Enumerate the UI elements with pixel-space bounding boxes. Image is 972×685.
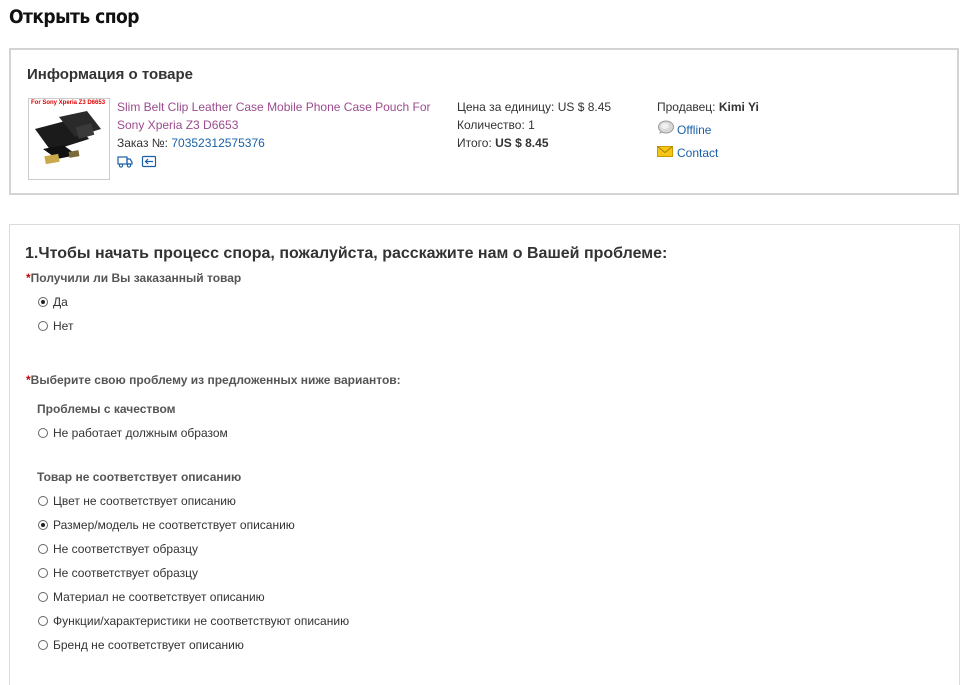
radio-button[interactable] bbox=[38, 640, 48, 650]
unit-price-value: US $ 8.45 bbox=[557, 100, 612, 114]
option-label: Размер/модель не соответствует описанию bbox=[53, 518, 295, 532]
quantity-row: Количество: 1 bbox=[457, 116, 611, 134]
product-name-link[interactable]: Slim Belt Clip Leather Case Mobile Phone… bbox=[117, 98, 447, 134]
received-no-option[interactable]: Нет bbox=[38, 319, 73, 333]
order-number-row: Заказ №: 70352312575376 bbox=[117, 134, 447, 152]
quantity-label: Количество: bbox=[457, 118, 529, 132]
thumbnail-caption: For Sony Xperia Z3 D6653 bbox=[31, 100, 106, 106]
unit-price-label: Цена за единицу: bbox=[457, 100, 558, 114]
dispute-question-title: 1.Чтобы начать процесс спора, пожалуйста… bbox=[25, 245, 668, 262]
radio-button[interactable] bbox=[38, 520, 48, 530]
phone-case-image bbox=[29, 99, 109, 179]
problem-option-size-model[interactable]: Размер/модель не соответствует описанию bbox=[38, 518, 295, 532]
quality-group-label: Проблемы с качеством bbox=[37, 402, 176, 416]
contact-seller-link[interactable]: Contact bbox=[677, 144, 718, 162]
total-value: US $ 8.45 bbox=[495, 136, 549, 150]
shipping-truck-icon[interactable] bbox=[117, 155, 133, 171]
option-label: Не соответствует образцу bbox=[53, 566, 198, 580]
unit-price-row: Цена за единицу: US $ 8.45 bbox=[457, 98, 611, 116]
description-group-label: Товар не соответствует описанию bbox=[37, 470, 242, 484]
total-row: Итого: US $ 8.45 bbox=[457, 134, 611, 152]
page-title: Открыть спор bbox=[9, 6, 139, 28]
radio-button[interactable] bbox=[38, 496, 48, 506]
quantity-value: 1 bbox=[528, 118, 535, 132]
received-yes-option[interactable]: Да bbox=[38, 295, 68, 309]
order-label: Заказ №: bbox=[117, 136, 172, 150]
problem-question-text: Выберите свою проблему из предложенных н… bbox=[30, 373, 401, 387]
option-label: Цвет не соответствует описанию bbox=[53, 494, 236, 508]
radio-button[interactable] bbox=[38, 592, 48, 602]
problem-question-label: *Выберите свою проблему из предложенных … bbox=[26, 373, 401, 387]
problem-option-not-working[interactable]: Не работает должным образом bbox=[38, 426, 228, 440]
received-question-label: *Получили ли Вы заказанный товар bbox=[26, 271, 241, 285]
option-label: Да bbox=[53, 295, 68, 309]
seller-row: Продавец: Kimi Yi bbox=[657, 98, 759, 116]
seller-details: Продавец: Kimi Yi Offline Contact bbox=[657, 98, 759, 162]
order-number-link[interactable]: 70352312575376 bbox=[171, 136, 264, 150]
product-info-heading: Информация о товаре bbox=[27, 66, 194, 83]
total-label: Итого: bbox=[457, 136, 496, 150]
option-label: Материал не соответствует описанию bbox=[53, 590, 265, 604]
offline-status-icon bbox=[657, 119, 675, 140]
product-info-panel: Информация о товаре For Sony Xperia Z3 D… bbox=[9, 48, 959, 195]
radio-button[interactable] bbox=[38, 544, 48, 554]
radio-button[interactable] bbox=[38, 428, 48, 438]
product-thumbnail[interactable]: For Sony Xperia Z3 D6653 bbox=[28, 98, 110, 180]
radio-button[interactable] bbox=[38, 616, 48, 626]
offline-status-link[interactable]: Offline bbox=[677, 121, 711, 139]
problem-option-sample-1[interactable]: Не соответствует образцу bbox=[38, 542, 198, 556]
envelope-icon[interactable] bbox=[657, 144, 673, 162]
seller-label: Продавец: bbox=[657, 100, 719, 114]
option-label: Не работает должным образом bbox=[53, 426, 228, 440]
radio-button[interactable] bbox=[38, 321, 48, 331]
option-label: Функции/характеристики не соответствуют … bbox=[53, 614, 350, 628]
price-details: Цена за единицу: US $ 8.45 Количество: 1… bbox=[457, 98, 611, 152]
seller-status: Offline bbox=[657, 119, 759, 140]
product-details: Slim Belt Clip Leather Case Mobile Phone… bbox=[117, 98, 447, 171]
received-question-text: Получили ли Вы заказанный товар bbox=[30, 271, 242, 285]
return-arrow-icon[interactable] bbox=[141, 155, 157, 171]
option-label: Нет bbox=[53, 319, 74, 333]
problem-option-brand[interactable]: Бренд не соответствует описанию bbox=[38, 638, 244, 652]
option-label: Не соответствует образцу bbox=[53, 542, 198, 556]
seller-name: Kimi Yi bbox=[718, 100, 759, 114]
problem-option-color[interactable]: Цвет не соответствует описанию bbox=[38, 494, 236, 508]
problem-option-functions[interactable]: Функции/характеристики не соответствуют … bbox=[38, 614, 349, 628]
order-action-icons bbox=[117, 155, 447, 171]
radio-button[interactable] bbox=[38, 297, 48, 307]
radio-button[interactable] bbox=[38, 568, 48, 578]
contact-row: Contact bbox=[657, 144, 759, 162]
dispute-form: 1.Чтобы начать процесс спора, пожалуйста… bbox=[9, 224, 960, 685]
problem-option-material[interactable]: Материал не соответствует описанию bbox=[38, 590, 265, 604]
problem-option-sample-2[interactable]: Не соответствует образцу bbox=[38, 566, 198, 580]
option-label: Бренд не соответствует описанию bbox=[53, 638, 244, 652]
